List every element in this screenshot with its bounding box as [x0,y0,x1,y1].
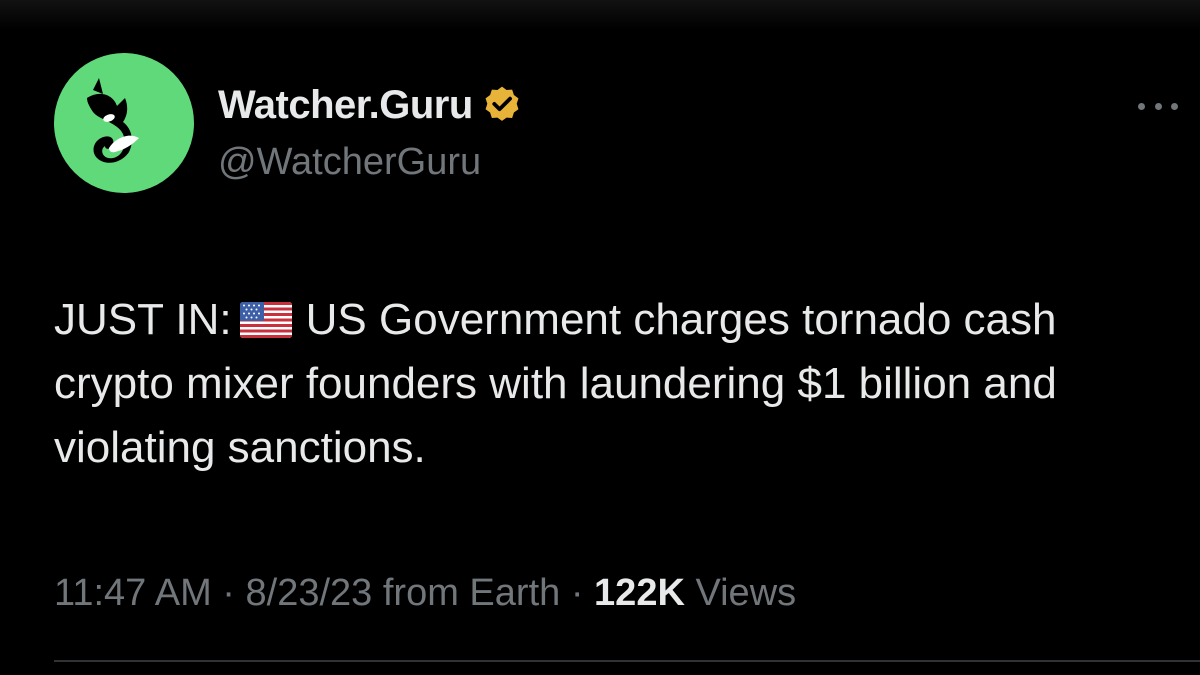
meta-separator: · [570,572,584,614]
tweet-date[interactable]: 8/23/23 [246,572,373,614]
views-count[interactable]: 122K [594,572,685,614]
tweet-meta: 11:47 AM · 8/23/23 from Earth · 122K Vie… [54,572,796,615]
dot-icon [1138,102,1145,110]
tweet-time[interactable]: 11:47 AM [54,572,212,614]
orca-logo-icon [87,78,139,163]
display-name[interactable]: Watcher.Guru [218,83,473,128]
tweet-source: from Earth [382,572,561,614]
tweet-text-prefix: JUST IN: [54,295,232,344]
display-name-row: Watcher.Guru [218,80,523,130]
tweet-screenshot: Watcher.Guru @WatcherGuru JUST IN: US Go… [0,0,1200,675]
dot-icon [1171,102,1178,110]
verified-badge-icon[interactable] [481,84,523,126]
dot-icon [1154,102,1162,110]
divider [54,660,1200,662]
handle[interactable]: @WatcherGuru [218,141,481,184]
tweet-text: JUST IN: US Government charges tornado c… [54,288,1164,480]
avatar[interactable] [54,53,194,193]
views-label: Views [695,572,797,614]
meta-separator: · [222,572,235,614]
more-options-button[interactable] [1138,96,1178,116]
us-flag-icon [239,302,292,338]
top-shade [0,0,1200,30]
